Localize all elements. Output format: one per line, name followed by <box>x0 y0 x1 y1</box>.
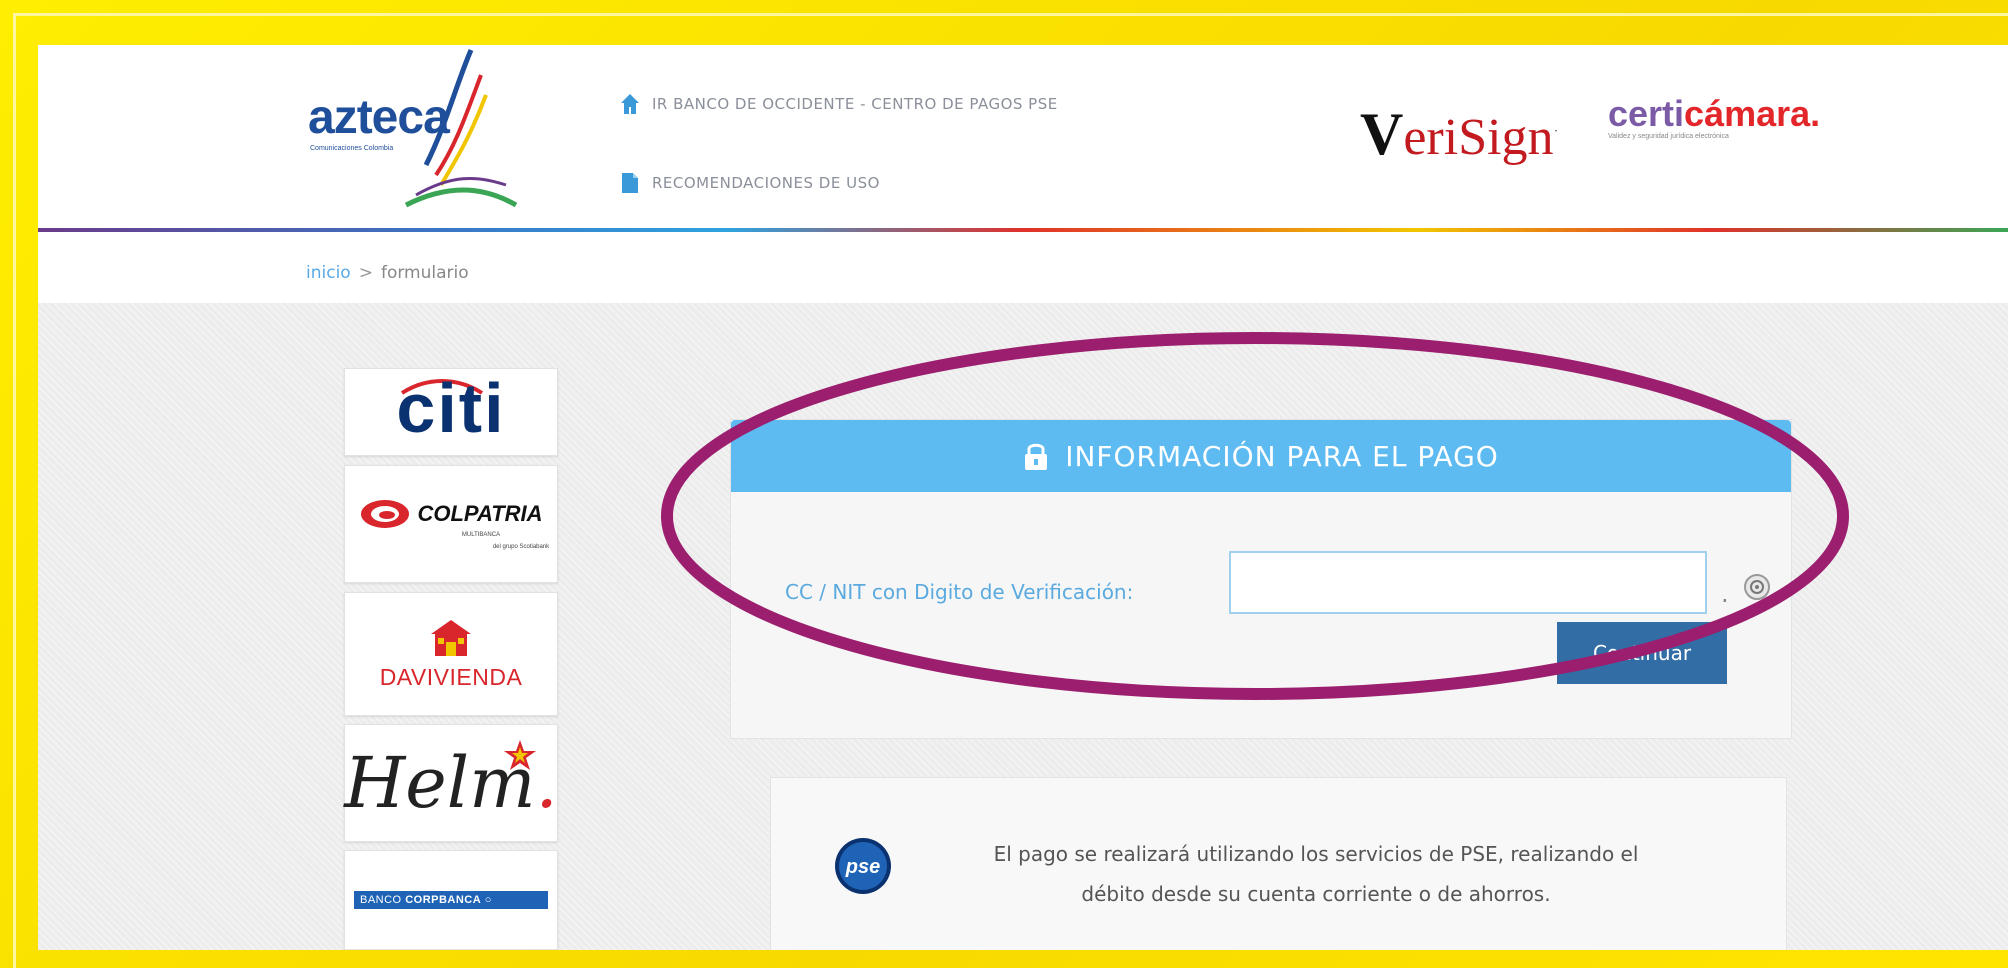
corpbanca-prefix: BANCO <box>360 894 402 906</box>
colpatria-swirl-icon <box>361 500 410 528</box>
helm-dot: . <box>535 742 558 824</box>
davivienda-wordmark: DAVIVIENDA <box>379 663 523 690</box>
nav-item-label: RECOMENDACIONES DE USO <box>652 174 880 192</box>
breadcrumb: inicio > formulario <box>306 263 469 283</box>
header: azteca Comunicaciones Colombia IR BANCO … <box>38 45 2008 232</box>
azteca-wordmark: azteca <box>308 91 450 144</box>
nav-ir-banco-occidente[interactable]: IR BANCO DE OCCIDENTE - CENTRO DE PAGOS … <box>620 93 1058 115</box>
bank-logo-colpatria[interactable]: COLPATRIA MULTIBANCA del grupo Scotiaban… <box>344 465 558 583</box>
cc-nit-label: CC / NIT con Digito de Verificación: <box>785 580 1134 604</box>
help-icon[interactable] <box>1743 573 1771 601</box>
verisign-v: V <box>1360 101 1404 167</box>
pse-info-line2: débito desde su cuenta corriente o de ah… <box>1081 882 1551 906</box>
davivienda-house-icon <box>431 619 471 656</box>
pse-info-text: El pago se realizará utilizando los serv… <box>936 834 1696 914</box>
colpatria-wordmark: COLPATRIA <box>417 501 543 526</box>
pse-info-panel: pse El pago se realizará utilizando los … <box>770 777 1787 950</box>
breadcrumb-separator: > <box>358 263 373 283</box>
nav-item-label: IR BANCO DE OCCIDENTE - CENTRO DE PAGOS … <box>652 95 1058 113</box>
payment-info-panel: INFORMACIÓN PARA EL PAGO CC / NIT con Di… <box>730 419 1792 739</box>
continue-button[interactable]: Continuar <box>1557 622 1727 684</box>
azteca-tagline: Comunicaciones Colombia <box>310 145 394 152</box>
field-separator-dot: . <box>1721 580 1729 608</box>
bank-logo-corpbanca[interactable]: BANCO CORPBANCA ○ <box>344 850 558 950</box>
bank-logo-davivienda[interactable]: DAVIVIENDA <box>344 592 558 716</box>
svg-text:pse: pse <box>845 856 880 878</box>
colpatria-group: del grupo Scotiabank <box>492 544 550 550</box>
verisign-logo: VeriSign· <box>1360 100 1558 169</box>
azteca-logo[interactable]: azteca Comunicaciones Colombia <box>306 45 576 215</box>
header-rainbow-divider <box>38 228 2008 232</box>
verisign-tm: · <box>1553 124 1559 140</box>
certicamara-part2: cámara. <box>1684 93 1821 134</box>
nav-recomendaciones[interactable]: RECOMENDACIONES DE USO <box>620 172 880 194</box>
browser-page: azteca Comunicaciones Colombia IR BANCO … <box>38 45 2008 950</box>
lock-icon <box>1025 443 1048 470</box>
corpbanca-wordmark: CORPBANCA <box>405 894 482 906</box>
bank-logo-helm[interactable]: Helm. <box>344 724 558 842</box>
certicamara-logo: certicámara. Validez y seguridad jurídic… <box>1608 93 1868 163</box>
verisign-wordmark: eriSign <box>1403 109 1554 166</box>
document-icon <box>622 173 638 193</box>
pse-info-line1: El pago se realizará utilizando los serv… <box>993 842 1639 866</box>
certicamara-part1: certi <box>1608 93 1685 134</box>
bank-logo-citi[interactable]: citi <box>344 368 558 456</box>
corpbanca-bar: BANCO CORPBANCA ○ <box>354 891 548 909</box>
payment-info-header: INFORMACIÓN PARA EL PAGO <box>731 420 1791 492</box>
colpatria-sub: MULTIBANCA <box>461 532 501 538</box>
home-icon <box>621 94 639 114</box>
breadcrumb-current: formulario <box>380 263 469 283</box>
cc-nit-input[interactable] <box>1229 551 1707 614</box>
pse-logo-icon: pse <box>835 838 891 894</box>
payment-info-title: INFORMACIÓN PARA EL PAGO <box>1065 439 1499 473</box>
corpbanca-circle-icon: ○ <box>484 894 492 906</box>
citi-wordmark: citi <box>396 369 506 447</box>
helm-star-icon <box>504 740 536 770</box>
breadcrumb-home-link[interactable]: inicio <box>306 263 351 283</box>
